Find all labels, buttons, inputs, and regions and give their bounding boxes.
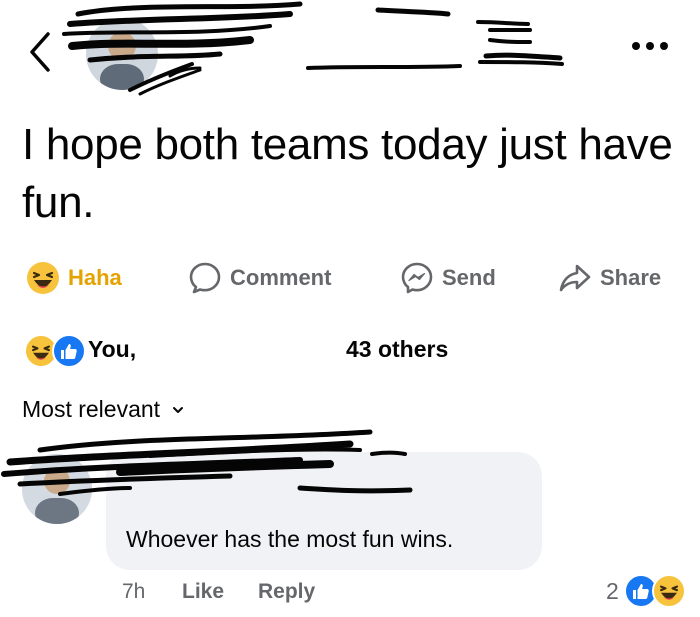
back-button[interactable] [26,30,56,74]
chevron-left-icon [30,32,50,72]
messenger-icon [400,261,434,295]
reactions-summary[interactable] [24,334,86,368]
haha-reaction-icon [26,261,60,295]
haha-label: Haha [68,265,122,290]
send-button[interactable]: Send [400,258,496,298]
comment-timestamp: 7h [122,580,146,603]
comment-button[interactable]: Comment [188,258,331,298]
comment-icon [188,261,222,295]
sort-label: Most relevant [22,396,161,422]
comment-reaction-count[interactable]: 2 [606,578,619,605]
comment-sort-dropdown[interactable]: Most relevant [22,396,184,423]
commenter-avatar[interactable] [22,454,92,524]
share-label: Share [600,265,662,290]
share-button[interactable]: Share [558,258,661,298]
more-options-button[interactable] [628,36,672,56]
reactions-others-text[interactable]: 43 others [346,336,448,363]
haha-reaction-icon [652,574,686,608]
ellipsis-icon [632,42,668,50]
haha-reaction-button[interactable]: Haha [26,258,122,298]
author-avatar[interactable] [86,18,158,90]
share-icon [558,261,592,295]
comment-label: Comment [230,265,332,290]
like-reaction-icon [52,334,86,368]
send-label: Send [442,265,496,290]
avatar-photo [22,454,92,524]
chevron-down-icon [173,406,184,413]
comment-like-button[interactable]: Like [182,580,224,604]
post-text: I hope both teams today just have fun. [22,120,673,227]
comment-reactions[interactable] [624,574,686,608]
reactions-you-text[interactable]: You, [88,336,136,363]
comment-text: Whoever has the most fun wins. [126,526,454,552]
avatar-photo [86,18,158,90]
comment-reply-button[interactable]: Reply [258,580,315,604]
